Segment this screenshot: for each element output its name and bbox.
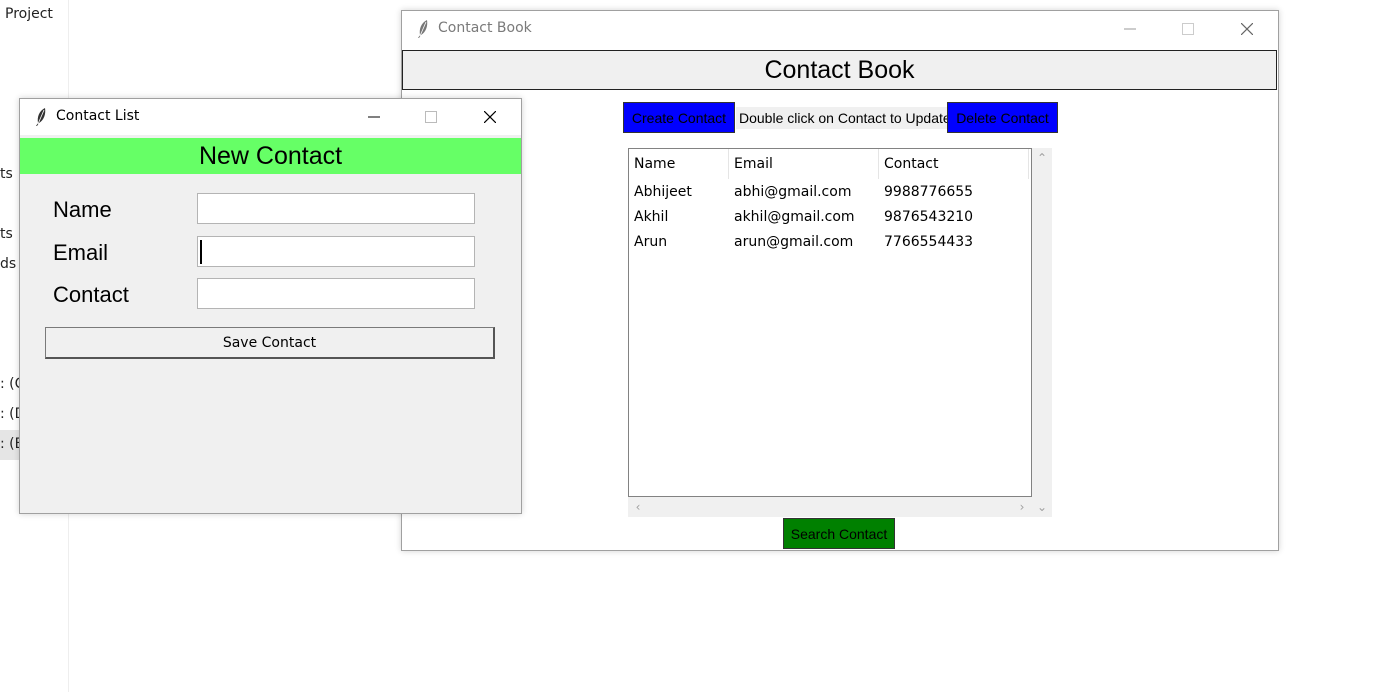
cell-contact: 9988776655: [884, 183, 974, 200]
table-row[interactable]: Abhijeet abhi@gmail.com 9988776655: [629, 179, 1029, 204]
background-fragment: ts: [0, 166, 13, 182]
scroll-down-icon[interactable]: ⌄: [1034, 499, 1050, 515]
search-contact-button[interactable]: Search Contact: [783, 518, 895, 549]
delete-contact-button[interactable]: Delete Contact: [947, 102, 1058, 133]
horizontal-scrollbar[interactable]: ‹ ›: [628, 497, 1032, 517]
maximize-button[interactable]: [408, 99, 454, 135]
column-header-email[interactable]: Email: [729, 149, 879, 179]
close-button[interactable]: [1224, 11, 1270, 47]
titlebar[interactable]: Contact Book: [402, 11, 1278, 47]
background-fragment: ts: [0, 226, 13, 242]
contact-book-header: Contact Book: [402, 50, 1277, 90]
cell-name: Akhil: [634, 208, 669, 225]
cell-contact: 9876543210: [884, 208, 974, 225]
maximize-icon: [425, 111, 437, 123]
name-field[interactable]: [197, 193, 475, 224]
close-icon: [484, 111, 496, 123]
minimize-icon: [368, 116, 380, 118]
contact-label: Contact: [53, 282, 129, 307]
close-button[interactable]: [467, 99, 513, 135]
table-row[interactable]: Akhil akhil@gmail.com 9876543210: [629, 204, 1029, 229]
name-label: Name: [53, 197, 112, 222]
maximize-button[interactable]: [1165, 11, 1211, 47]
window-title: Contact Book: [438, 20, 532, 36]
cell-name: Abhijeet: [634, 183, 692, 200]
scroll-up-icon[interactable]: ⌃: [1034, 150, 1050, 166]
background-project-label: Project: [5, 6, 53, 22]
maximize-icon: [1182, 23, 1194, 35]
column-header-contact[interactable]: Contact: [879, 149, 1029, 179]
cell-email: arun@gmail.com: [734, 233, 854, 250]
vertical-scrollbar[interactable]: ⌃ ⌄: [1032, 148, 1052, 517]
text-cursor: [200, 240, 202, 264]
contact-book-window: Contact Book Contact Book Create Contact…: [401, 10, 1279, 551]
scroll-right-icon[interactable]: ›: [1014, 499, 1030, 515]
cell-contact: 7766554433: [884, 233, 974, 250]
window-title: Contact List: [56, 108, 140, 124]
table-row[interactable]: Arun arun@gmail.com 7766554433: [629, 229, 1029, 254]
contact-list-window: Contact List New Contact Name Email Cont…: [19, 98, 522, 514]
feather-icon: [36, 108, 46, 126]
save-contact-button[interactable]: Save Contact: [45, 327, 495, 359]
email-label: Email: [53, 240, 109, 265]
email-field[interactable]: [197, 236, 475, 267]
minimize-button[interactable]: [351, 99, 397, 135]
create-contact-button[interactable]: Create Contact: [623, 102, 735, 133]
minimize-button[interactable]: [1107, 11, 1153, 47]
column-header-name[interactable]: Name: [629, 149, 729, 179]
table-header: Name Email Contact: [629, 149, 1029, 179]
contacts-table[interactable]: Name Email Contact Abhijeet abhi@gmail.c…: [628, 148, 1032, 497]
feather-icon: [418, 20, 428, 38]
background-fragment: ds: [0, 256, 17, 272]
new-contact-header: New Contact: [20, 138, 521, 174]
cell-name: Arun: [634, 233, 668, 250]
minimize-icon: [1124, 28, 1136, 30]
titlebar[interactable]: Contact List: [20, 99, 521, 135]
close-icon: [1241, 23, 1253, 35]
update-hint: Double click on Contact to Update!: [736, 107, 958, 129]
scroll-left-icon[interactable]: ‹: [630, 499, 646, 515]
cell-email: abhi@gmail.com: [734, 183, 852, 200]
cell-email: akhil@gmail.com: [734, 208, 855, 225]
contact-field[interactable]: [197, 278, 475, 309]
